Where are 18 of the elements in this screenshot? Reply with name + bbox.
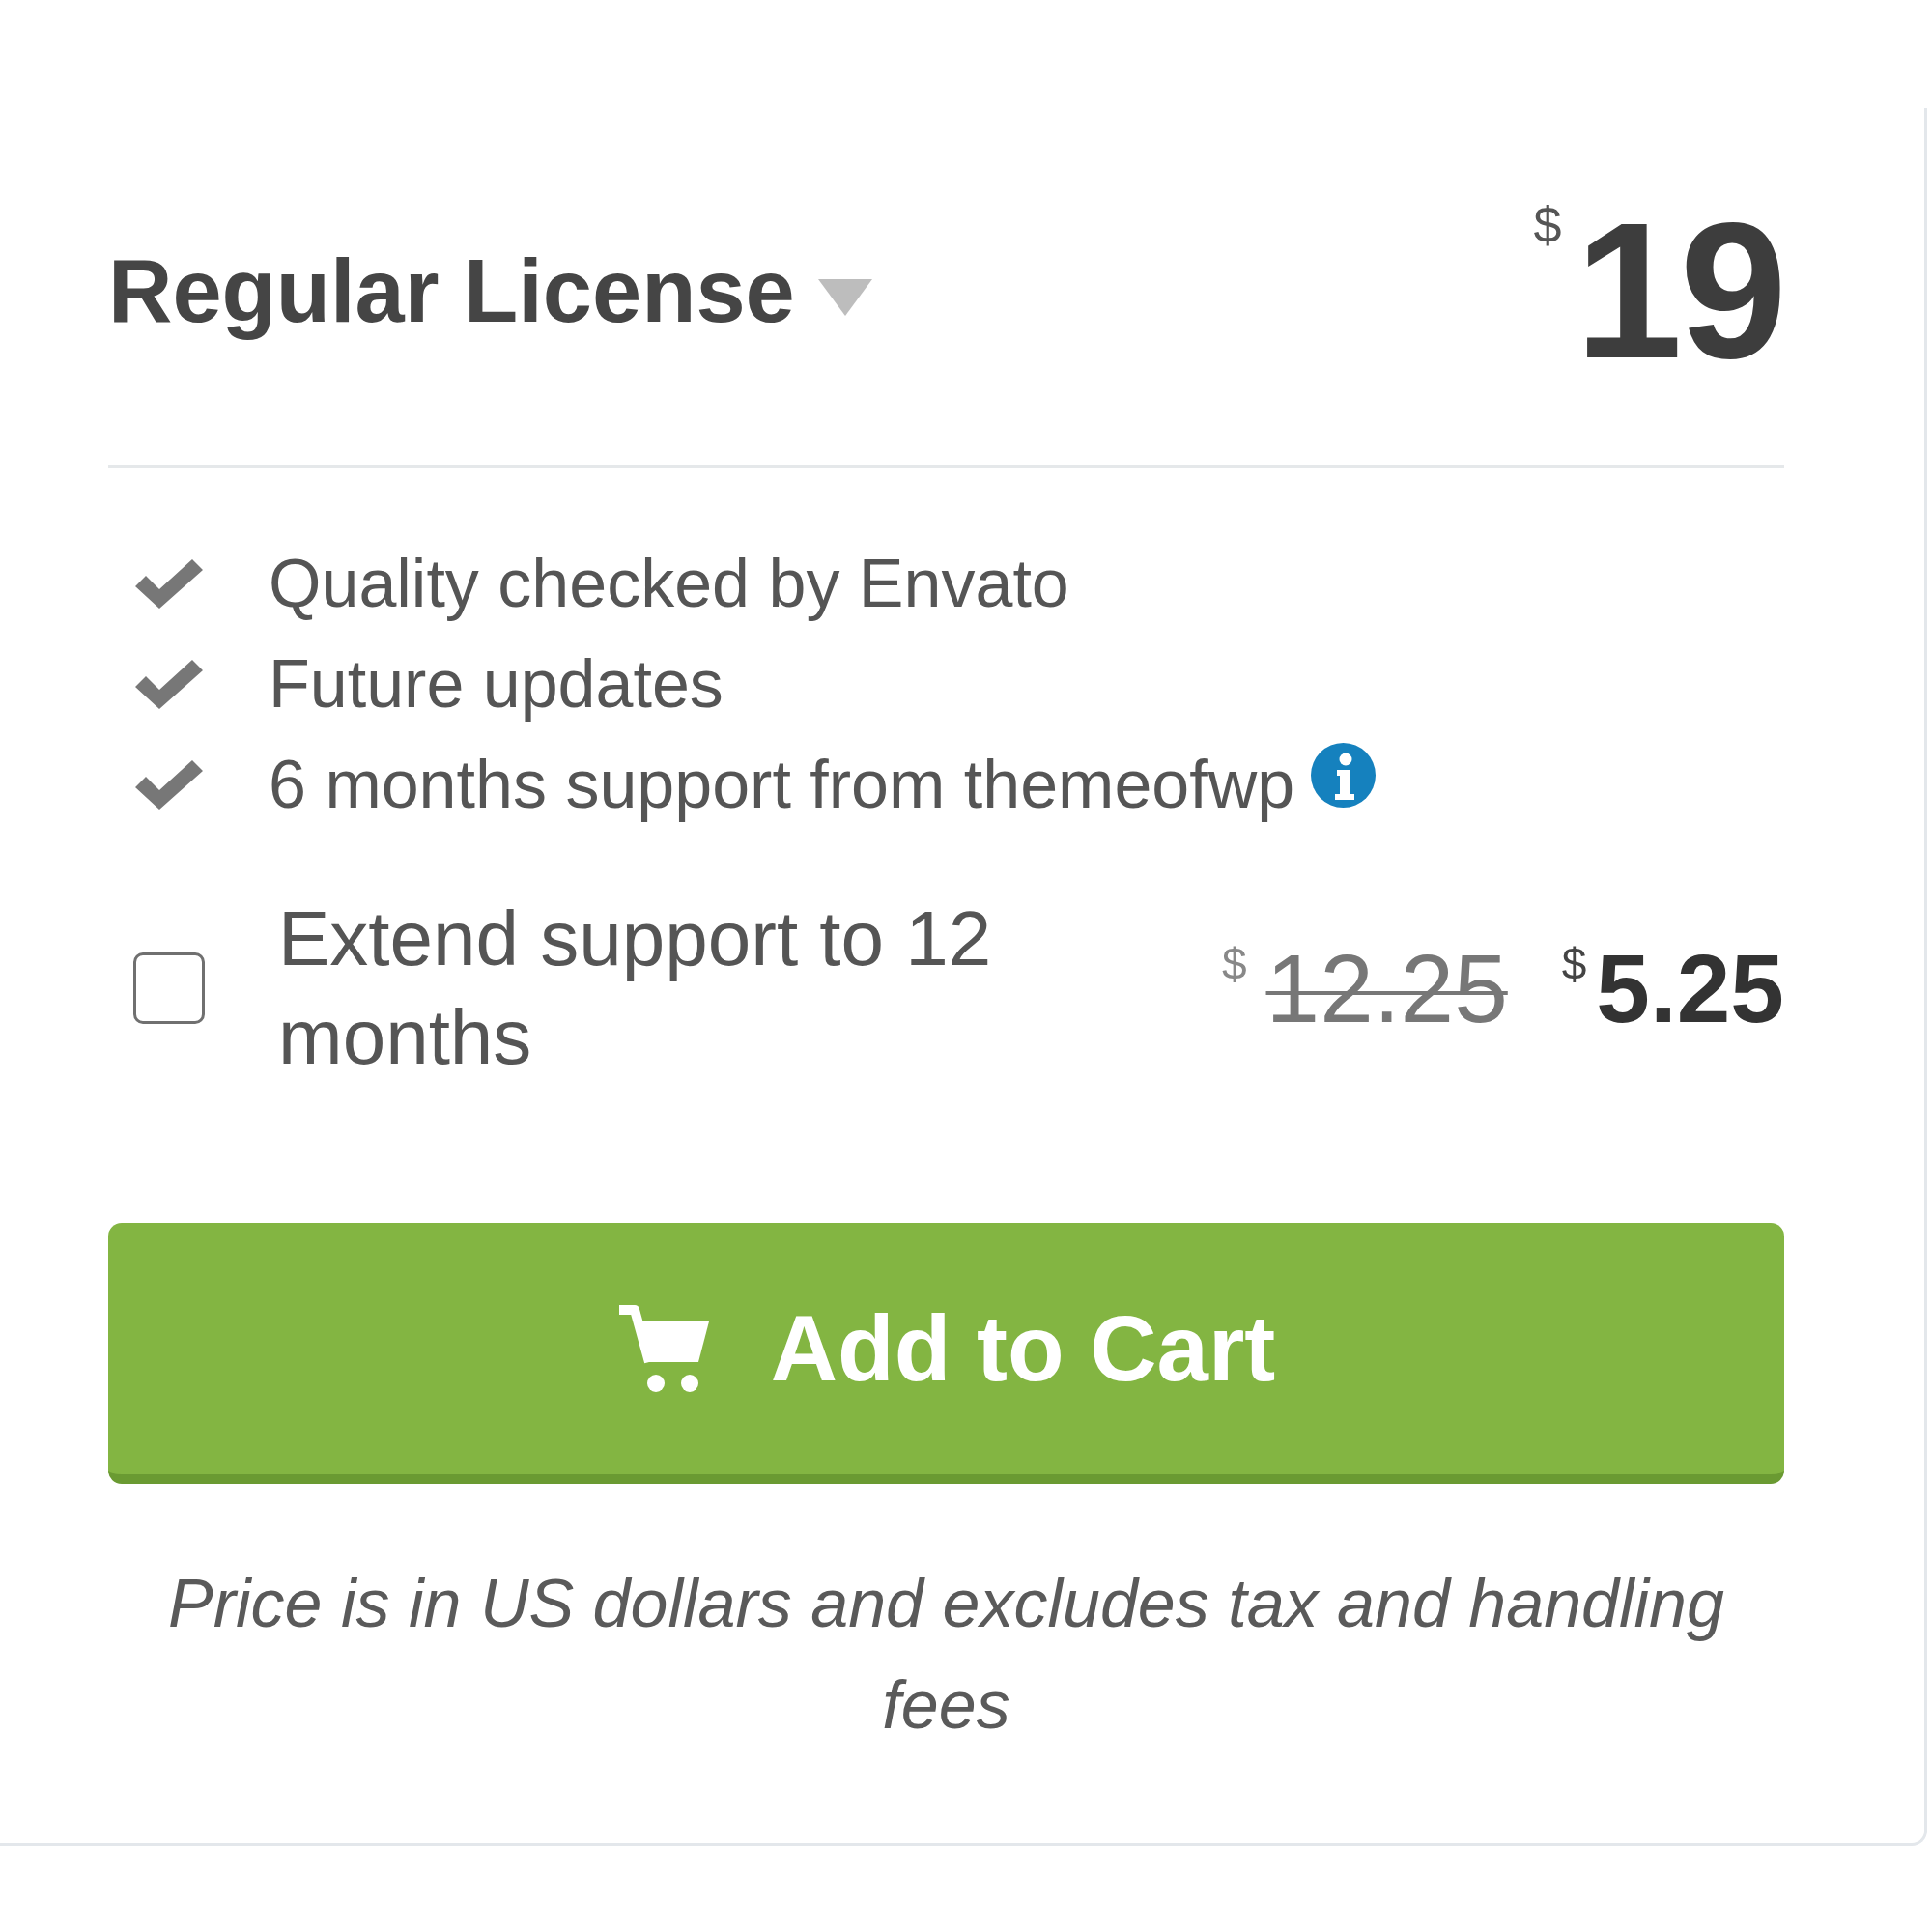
sale-price: 5.25 xyxy=(1596,940,1784,1037)
info-icon[interactable] xyxy=(1311,743,1377,808)
feature-text: 6 months support from themeofwp xyxy=(269,746,1295,824)
currency-sign: $ xyxy=(1533,200,1562,250)
feature-text: Quality checked by Envato xyxy=(269,545,1069,623)
cart-icon[interactable] xyxy=(616,1303,710,1394)
feature-text: Future updates xyxy=(269,645,724,724)
price-note: Price is in US dollars and excludes tax and handling fees xyxy=(167,1565,1725,1745)
check-icon xyxy=(133,558,205,609)
extend-support-checkbox[interactable] xyxy=(133,952,205,1024)
currency-sign: $ xyxy=(1221,942,1247,986)
checkbox-label[interactable]: Extend support to 12 months xyxy=(278,890,1222,1087)
check-icon xyxy=(133,659,205,709)
license-dropdown[interactable]: Regular License xyxy=(108,237,872,345)
price-amount: 19 xyxy=(1575,194,1784,387)
currency-sign: $ xyxy=(1561,942,1587,986)
old-price: 12.25 xyxy=(1265,940,1508,1037)
check-icon xyxy=(133,759,205,810)
